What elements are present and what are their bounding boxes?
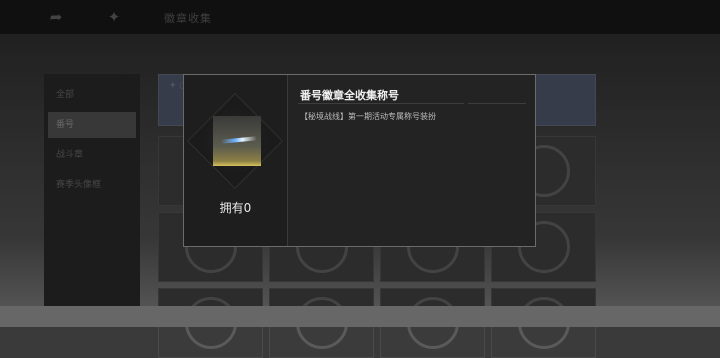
item-title: 番号徽章全收集称号 <box>300 89 399 102</box>
divider <box>468 103 526 104</box>
item-description: 【秘境战线】第一期活动专属称号装扮 <box>300 112 436 121</box>
divider <box>298 103 464 104</box>
title-badge-icon <box>213 116 261 166</box>
item-detail-dialog: 拥有0 番号徽章全收集称号 【秘境战线】第一期活动专属称号装扮 <box>183 74 536 247</box>
item-info-pane: 番号徽章全收集称号 【秘境战线】第一期活动专属称号装扮 <box>288 75 535 246</box>
owned-count: 拥有0 <box>219 201 252 215</box>
glow-streak <box>220 136 258 144</box>
item-preview-pane: 拥有0 <box>184 75 288 246</box>
